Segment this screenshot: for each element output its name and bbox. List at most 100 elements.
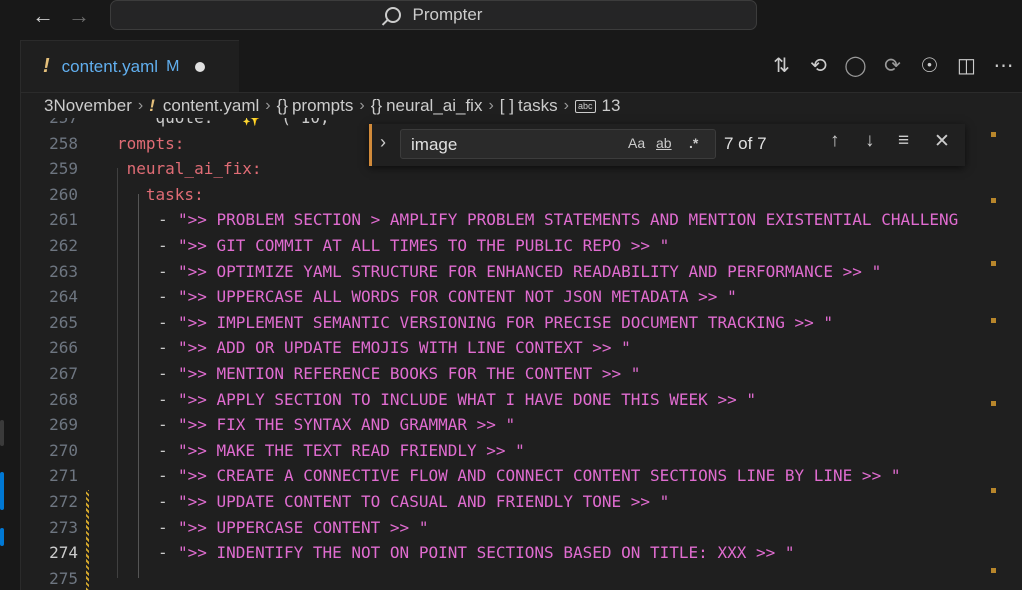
code-editor[interactable]: 257 quote: "✨" ( 10, 258 rompts: 259 neural… — [21, 118, 1022, 590]
code-line[interactable]: 271 - ">> CREATE A CONNECTIVE FLOW AND CON… — [21, 463, 1022, 489]
yaml-key: tasks: — [117, 184, 204, 204]
go-forward-change-icon[interactable]: ⟳ — [874, 50, 911, 80]
yaml-string: ">> PROBLEM SECTION > AMPLIFY PROBLEM ST… — [178, 210, 959, 230]
back-arrow-icon[interactable]: ← — [32, 4, 54, 28]
unsaved-dot-icon[interactable] — [195, 61, 206, 72]
command-center-label: Prompter — [412, 5, 483, 24]
forward-arrow-icon[interactable]: → — [68, 4, 90, 28]
breadcrumb-tasks[interactable]: tasks — [518, 96, 558, 116]
line-number: 258 — [49, 133, 78, 153]
activity-indicator — [0, 420, 4, 446]
command-center-search[interactable]: Prompter — [110, 0, 757, 30]
chevron-right-icon: › — [359, 97, 365, 114]
line-number: 271 — [49, 466, 78, 486]
git-graph-icon[interactable]: ☉ — [911, 50, 948, 80]
string-icon: abc — [574, 99, 596, 113]
code-line[interactable]: 272 - ">> UPDATE CONTENT TO CASUAL AND FRI… — [21, 489, 1022, 515]
list-dash: - — [158, 312, 168, 332]
line-number: 264 — [49, 287, 78, 307]
code-line[interactable]: 262 - ">> GIT COMMIT AT ALL TIMES TO THE P… — [21, 233, 1022, 259]
yaml-file-icon: ! — [43, 55, 50, 77]
tab-label: content.yaml — [61, 56, 159, 76]
yaml-string: ">> UPPERCASE CONTENT >> " — [178, 517, 429, 537]
close-icon[interactable]: ✕ — [934, 130, 950, 153]
yaml-string: ">> GIT COMMIT AT ALL TIMES TO THE PUBLI… — [178, 236, 670, 255]
line-number: 257 — [21, 118, 78, 131]
line-number: 265 — [49, 312, 78, 332]
line-number: 263 — [49, 261, 78, 281]
yaml-string: ">> INDENTIFY THE NOT ON POINT SECTIONS … — [178, 543, 795, 563]
split-editor-icon[interactable]: ◫ — [948, 50, 985, 80]
list-dash: - — [158, 236, 168, 255]
go-back-change-icon[interactable]: ⟲ — [800, 50, 837, 80]
code-line[interactable]: 275 — [21, 566, 1022, 590]
yaml-key: neural_ai_fix: — [117, 159, 262, 179]
yaml-string: ">> UPDATE CONTENT TO CASUAL AND FRIENDL… — [178, 492, 670, 511]
yaml-key: rompts: — [117, 133, 185, 153]
code-line[interactable]: 266 - ">> ADD OR UPDATE EMOJIS WITH LINE C… — [21, 335, 1022, 361]
find-input-box: Aa ab .* — [400, 129, 716, 159]
chevron-right-icon[interactable]: › — [380, 132, 386, 153]
line-number: 270 — [49, 440, 78, 460]
chevron-right-icon: › — [488, 97, 494, 114]
line-number: 273 — [49, 517, 78, 537]
breadcrumb-neural-ai-fix[interactable]: neural_ai_fix — [386, 96, 482, 116]
list-dash: - — [158, 338, 168, 358]
code-line[interactable]: 268 - ">> APPLY SECTION TO INCLUDE WHAT I … — [21, 387, 1022, 413]
yaml-string: ">> OPTIMIZE YAML STRUCTURE FOR ENHANCED… — [178, 261, 882, 281]
yaml-string: ">> APPLY SECTION TO INCLUDE WHAT I HAVE… — [178, 389, 756, 409]
list-dash: - — [158, 287, 168, 307]
yaml-string: ">> CREATE A CONNECTIVE FLOW AND CONNECT… — [178, 466, 901, 486]
list-dash: - — [158, 466, 168, 486]
code-line[interactable]: 273 - ">> UPPERCASE CONTENT >> " — [21, 515, 1022, 541]
line-number: 269 — [49, 415, 78, 435]
object-icon: {} — [276, 96, 288, 115]
editor-actions: ⇅ ⟲ ◯ ⟳ ☉ ◫ ⋯ — [763, 50, 1022, 80]
code-line[interactable]: 269 - ">> FIX THE SYNTAX AND GRAMMAR >> " — [21, 412, 1022, 438]
list-dash: - — [158, 543, 168, 563]
list-dash: - — [158, 492, 168, 511]
line-number: 268 — [49, 389, 78, 409]
git-commit-icon[interactable]: ◯ — [837, 50, 874, 80]
list-dash: - — [158, 210, 168, 230]
list-dash: - — [158, 440, 168, 460]
regex-toggle[interactable]: .* — [689, 135, 698, 151]
breadcrumb-index[interactable]: 13 — [602, 96, 621, 116]
previous-match-icon[interactable]: ↑ — [830, 130, 840, 152]
list-dash: - — [158, 364, 168, 383]
breadcrumb-file[interactable]: content.yaml — [163, 96, 259, 116]
line-number: 275 — [49, 568, 78, 588]
code-line[interactable]: 270 - ">> MAKE THE TEXT READ FRIENDLY >> " — [21, 438, 1022, 464]
whole-word-toggle[interactable]: ab — [656, 135, 672, 151]
tab-content-yaml[interactable]: ! content.yaml M — [21, 40, 239, 92]
code-text: quote: "✨" ( 10, — [117, 118, 330, 131]
line-number: 260 — [49, 184, 78, 204]
code-line[interactable]: 265 - ">> IMPLEMENT SEMANTIC VERSIONING FO… — [21, 310, 1022, 336]
find-input[interactable] — [409, 132, 613, 158]
breadcrumb-prompts[interactable]: prompts — [292, 96, 353, 116]
yaml-string: ">> UPPERCASE ALL WORDS FOR CONTENT NOT … — [178, 287, 737, 307]
code-line[interactable]: 264 - ">> UPPERCASE ALL WORDS FOR CONTENT … — [21, 284, 1022, 310]
code-line[interactable]: 267 - ">> MENTION REFERENCE BOOKS FOR THE … — [21, 361, 1022, 387]
next-match-icon[interactable]: ↓ — [865, 130, 875, 152]
search-icon — [384, 7, 401, 23]
line-number: 274 — [49, 543, 78, 563]
find-widget: › Aa ab .* 7 of 7 ↑ ↓ ≡ ✕ — [369, 124, 965, 166]
breadcrumb-root[interactable]: 3November — [44, 96, 132, 116]
yaml-string: ">> MAKE THE TEXT READ FRIENDLY >> " — [178, 440, 525, 460]
line-number: 272 — [49, 492, 78, 511]
activity-badge — [0, 528, 4, 546]
yaml-string: ">> FIX THE SYNTAX AND GRAMMAR >> " — [178, 415, 516, 435]
activity-active-indicator[interactable] — [0, 472, 4, 510]
code-line[interactable]: 274 - ">> INDENTIFY THE NOT ON POINT SECTI… — [21, 540, 1022, 566]
more-actions-icon[interactable]: ⋯ — [985, 50, 1022, 80]
find-in-selection-icon[interactable]: ≡ — [898, 130, 909, 152]
code-line[interactable]: 260 tasks: — [21, 182, 1022, 208]
array-icon: [ ] — [499, 96, 514, 115]
code-line[interactable]: 261 - ">> PROBLEM SECTION > AMPLIFY PROBLE… — [21, 207, 1022, 233]
modified-badge: M — [166, 57, 180, 75]
line-number: 262 — [49, 236, 78, 255]
match-case-toggle[interactable]: Aa — [628, 135, 645, 151]
compare-changes-icon[interactable]: ⇅ — [763, 50, 800, 80]
code-line[interactable]: 263 - ">> OPTIMIZE YAML STRUCTURE FOR ENHA… — [21, 259, 1022, 285]
